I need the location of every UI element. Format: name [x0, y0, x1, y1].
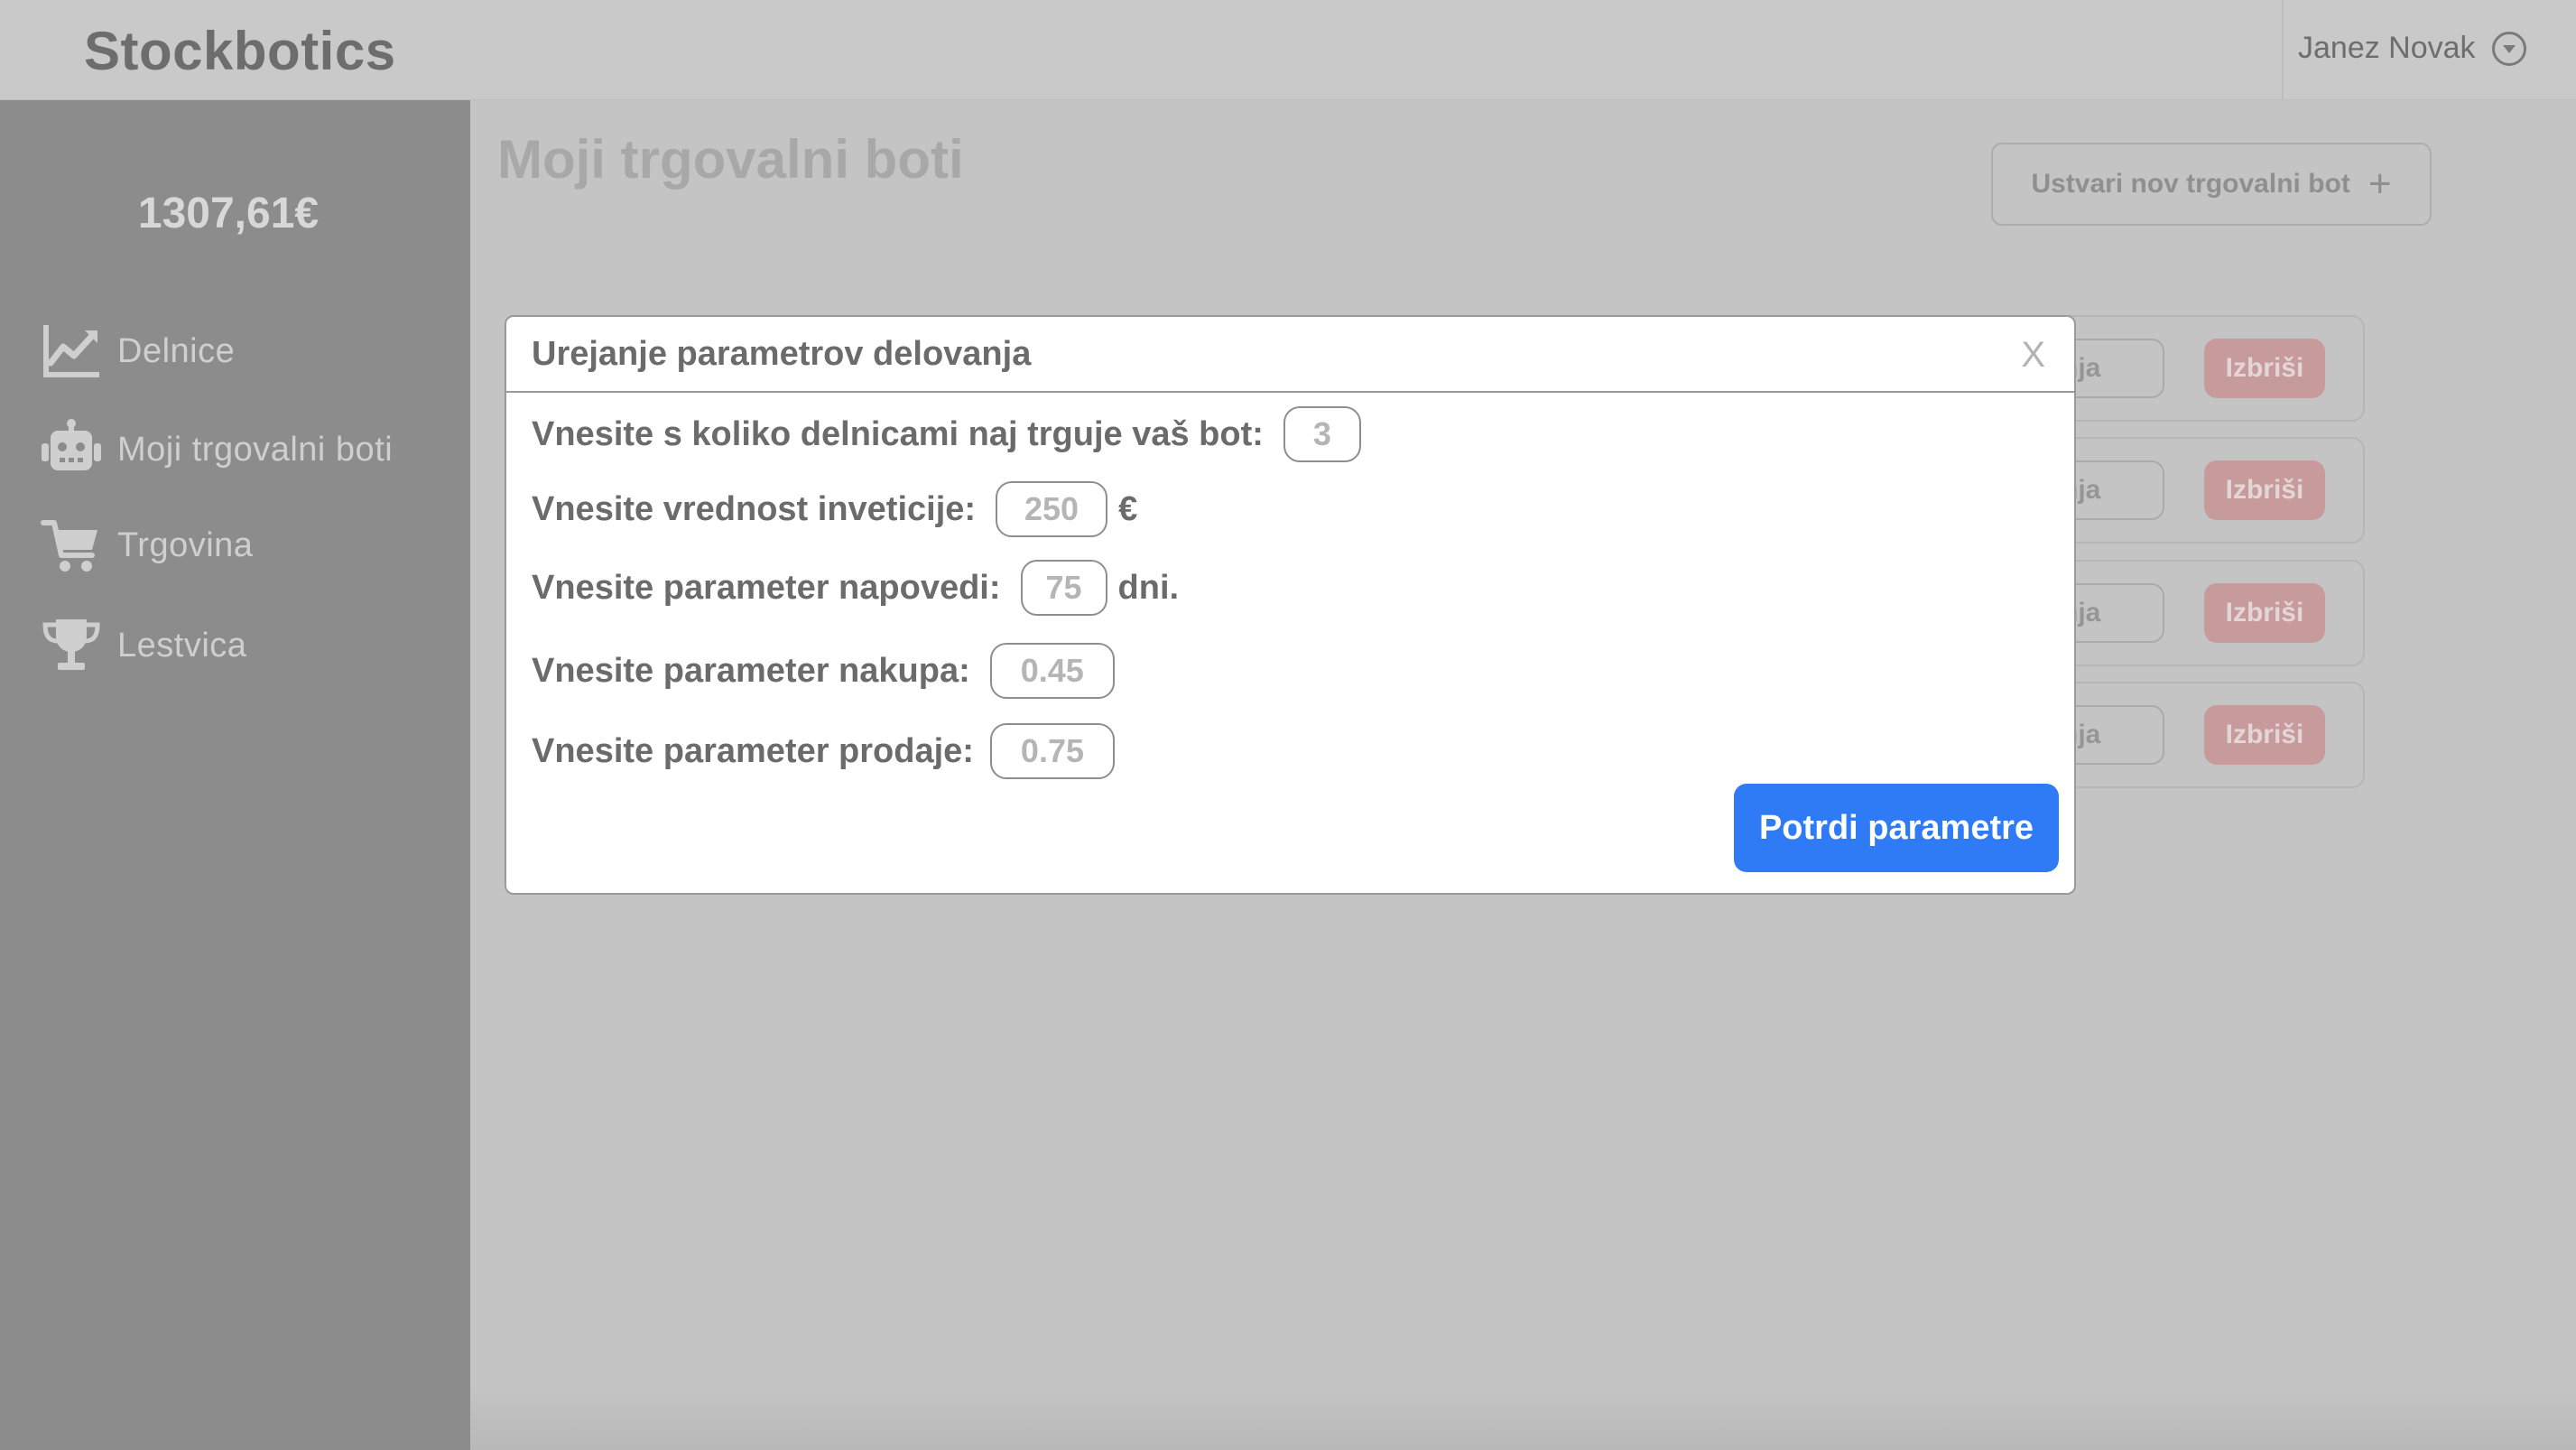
field-label: Vnesite parameter nakupa: [532, 651, 970, 690]
close-icon[interactable]: X [2021, 335, 2045, 376]
top-bar: Stockbotics Janez Novak [0, 0, 2576, 100]
create-bot-button[interactable]: Ustvari nov trgovalni bot + [1991, 143, 2432, 226]
modal-header: Urejanje parametrov delovanja X [506, 317, 2074, 393]
field-unit: € [1118, 489, 1138, 528]
shares-count-input[interactable] [1283, 406, 1361, 462]
sell-parameter-input[interactable] [989, 723, 1115, 779]
sidebar-item-label: Delnice [117, 331, 236, 370]
sidebar-item-moji-trgovalni-boti[interactable]: Moji trgovalni boti [40, 418, 393, 481]
prediction-input[interactable] [1020, 560, 1107, 616]
field-label: Vnesite parameter napovedi: [532, 568, 1001, 607]
sidebar-item-label: Lestvica [117, 626, 247, 665]
sidebar-item-label: Trgovina [117, 525, 254, 564]
investment-input[interactable] [996, 481, 1108, 537]
plus-icon: + [2368, 162, 2392, 206]
sidebar-item-lestvica[interactable]: Lestvica [40, 614, 246, 677]
trophy-icon [42, 619, 100, 670]
field-row-prediction: Vnesite parameter napovedi: dni. [532, 560, 1179, 616]
chevron-down-icon[interactable] [2491, 31, 2526, 66]
cart-icon [41, 520, 97, 572]
field-row-shares: Vnesite s koliko delnicami naj trguje va… [532, 406, 1361, 462]
account-balance: 1307,61€ [137, 190, 320, 237]
robot-icon [42, 419, 101, 470]
user-divider [2282, 0, 2284, 99]
field-row-investment: Vnesite vrednost inveticije: € [532, 481, 1137, 537]
sidebar-item-delnice[interactable]: Delnice [40, 320, 235, 383]
delete-bot-button[interactable]: Izbriši [2204, 339, 2325, 398]
user-name: Janez Novak [2298, 31, 2476, 65]
edit-parameters-modal: Urejanje parametrov delovanja X Vnesite … [505, 315, 2076, 895]
app-logo[interactable]: Stockbotics [84, 20, 396, 82]
sidebar-item-trgovina[interactable]: Trgovina [40, 514, 253, 577]
bottom-shadow [470, 1390, 2576, 1450]
field-unit: dni. [1117, 568, 1180, 607]
modal-title: Urejanje parametrov delovanja [532, 335, 1032, 373]
confirm-parameters-button[interactable]: Potrdi parametre [1734, 784, 2059, 872]
sidebar-item-label: Moji trgovalni boti [117, 430, 394, 469]
field-label: Vnesite vrednost inveticije: [532, 489, 977, 528]
delete-bot-button[interactable]: Izbriši [2204, 705, 2325, 765]
user-menu[interactable]: Janez Novak [2298, 31, 2526, 66]
field-label: Vnesite s koliko delnicami naj trguje va… [532, 414, 1264, 453]
page-title: Moji trgovalni boti [497, 129, 964, 190]
delete-bot-button[interactable]: Izbriši [2204, 583, 2325, 643]
field-label: Vnesite parameter prodaje: [532, 731, 974, 770]
field-row-buy: Vnesite parameter nakupa: [532, 643, 1115, 699]
chart-line-icon [43, 325, 99, 377]
create-bot-label: Ustvari nov trgovalni bot [2031, 169, 2350, 199]
field-row-sell: Vnesite parameter prodaje: [532, 723, 1115, 779]
sidebar: 1307,61€ Delnice Moji trgovalni boti Trg… [0, 100, 470, 1450]
buy-parameter-input[interactable] [989, 643, 1115, 699]
delete-bot-button[interactable]: Izbriši [2204, 460, 2325, 520]
